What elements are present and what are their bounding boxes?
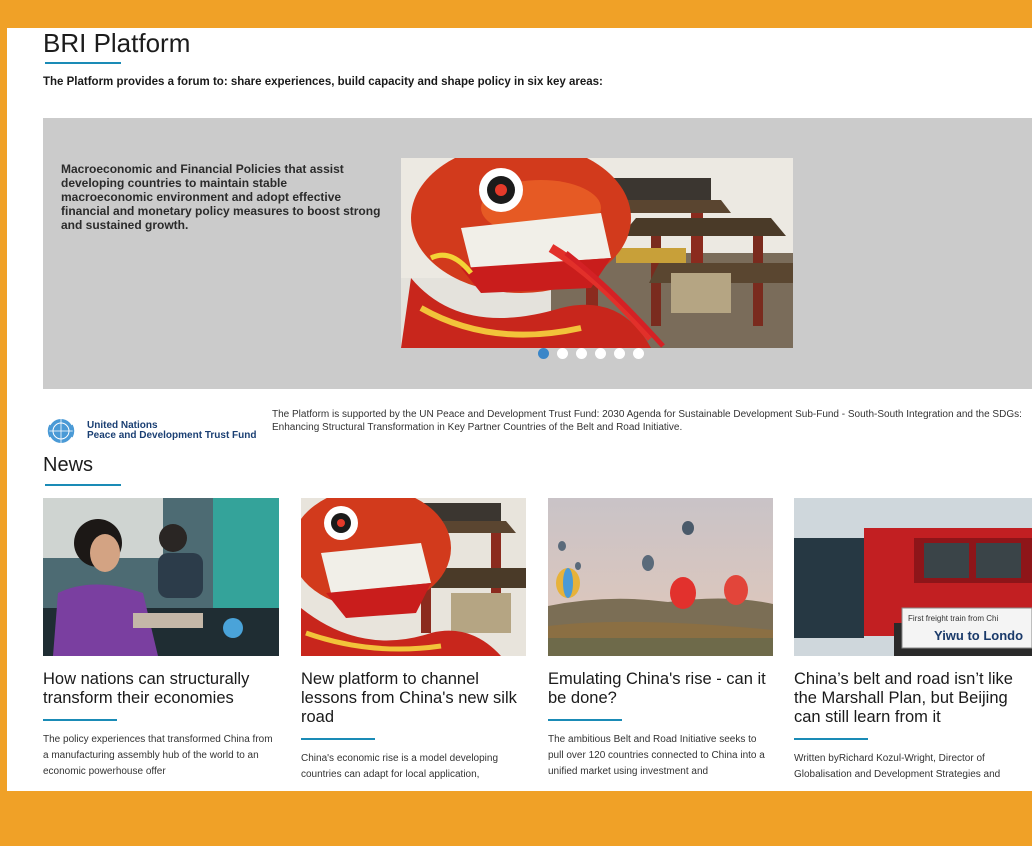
news-card-excerpt: The policy experiences that transformed …: [43, 734, 273, 777]
factory-worker-image: [43, 498, 279, 656]
page-title: BRI Platform: [43, 28, 191, 58]
news-card[interactable]: First freight train from Chi Yiwu to Lon…: [794, 498, 1032, 783]
news-card-image[interactable]: [301, 498, 526, 656]
news-card-rule: [794, 738, 868, 740]
news-card-title[interactable]: China’s belt and road isn’t like the Mar…: [794, 670, 1032, 727]
news-card-rule: [43, 719, 117, 721]
carousel-dot-3[interactable]: [576, 348, 587, 359]
carousel-dot-1[interactable]: [538, 348, 549, 359]
carousel-dot-2[interactable]: [557, 348, 568, 359]
un-trust-fund-name: United Nations Peace and Development Tru…: [87, 421, 256, 441]
news-card-excerpt: China's economic rise is a model develop…: [301, 753, 499, 780]
train-banner-line1: First freight train from Chi: [908, 614, 998, 623]
intro-text: The Platform provides a forum to: share …: [43, 76, 603, 88]
carousel-dot-5[interactable]: [614, 348, 625, 359]
carousel-dot-6[interactable]: [633, 348, 644, 359]
dragon-dance-image: [401, 158, 793, 348]
carousel[interactable]: Macroeconomic and Financial Policies tha…: [43, 118, 1032, 389]
page-content: BRI Platform The Platform provides a for…: [7, 28, 1032, 791]
carousel-pagination: [538, 348, 644, 359]
un-org-line2: Peace and Development Trust Fund: [87, 430, 257, 441]
freight-train-image: First freight train from Chi Yiwu to Lon…: [794, 498, 1032, 656]
news-card-title[interactable]: Emulating China's rise - can it be done?: [548, 670, 773, 708]
news-card-excerpt: The ambitious Belt and Road Initiative s…: [548, 734, 765, 777]
hot-air-balloons-image: [548, 498, 773, 656]
news-card-image[interactable]: [43, 498, 279, 656]
un-emblem-icon: [47, 419, 75, 443]
news-card-title[interactable]: New platform to channel lessons from Chi…: [301, 670, 526, 727]
carousel-dot-4[interactable]: [595, 348, 606, 359]
un-trust-fund-logo[interactable]: United Nations Peace and Development Tru…: [47, 417, 256, 445]
news-card-excerpt: Written byRichard Kozul-Wright, Director…: [794, 753, 1001, 780]
title-underline: [45, 62, 121, 64]
news-heading: News: [43, 454, 94, 476]
news-card-title[interactable]: How nations can structurally transform t…: [43, 670, 279, 708]
news-card-image[interactable]: First freight train from Chi Yiwu to Lon…: [794, 498, 1032, 656]
news-card-image[interactable]: [548, 498, 773, 656]
news-card-rule: [548, 719, 622, 721]
news-card[interactable]: New platform to channel lessons from Chi…: [301, 498, 526, 783]
news-card-rule: [301, 738, 375, 740]
carousel-slide-image[interactable]: [401, 158, 793, 348]
trust-fund-support-text: The Platform is supported by the UN Peac…: [272, 409, 1022, 433]
train-banner-line2: Yiwu to Londo: [934, 628, 1023, 643]
news-underline: [45, 484, 121, 486]
dragon-dance-thumbnail: [301, 498, 526, 656]
news-card[interactable]: How nations can structurally transform t…: [43, 498, 279, 780]
news-card[interactable]: Emulating China's rise - can it be done?…: [548, 498, 773, 780]
carousel-slide-text: Macroeconomic and Financial Policies tha…: [61, 162, 381, 232]
